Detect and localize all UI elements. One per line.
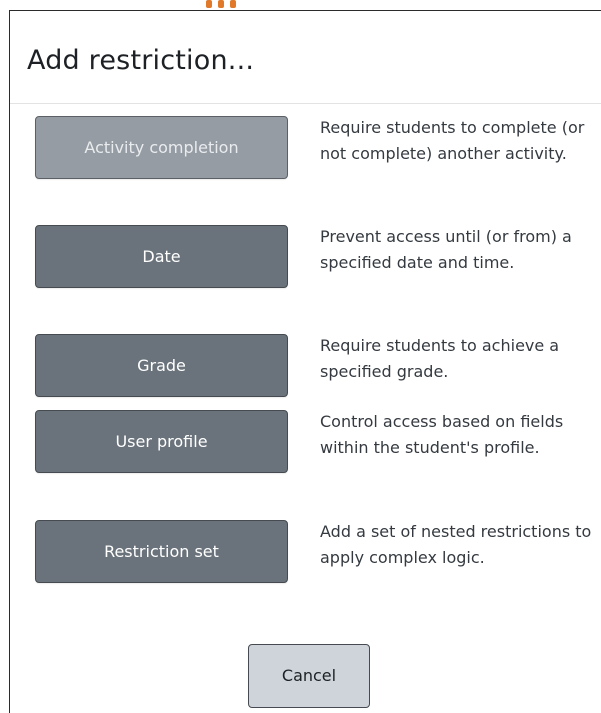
page: Add restriction... Activity completion R… — [0, 0, 601, 713]
dialog-header: Add restriction... — [10, 11, 601, 104]
cancel-button[interactable]: Cancel — [248, 644, 370, 708]
activity-completion-button[interactable]: Activity completion — [35, 116, 288, 179]
user-profile-button[interactable]: User profile — [35, 410, 288, 473]
restriction-set-button[interactable]: Restriction set — [35, 520, 288, 583]
grade-button[interactable]: Grade — [35, 334, 288, 397]
date-button[interactable]: Date — [35, 225, 288, 288]
loading-dots-icon — [206, 0, 236, 10]
dot — [230, 0, 236, 8]
user-profile-description: Control access based on fields within th… — [320, 412, 564, 457]
grade-description: Require students to achieve a specified … — [320, 336, 560, 381]
dot — [218, 0, 224, 8]
date-description: Prevent access until (or from) a specifi… — [320, 227, 572, 272]
dialog-title: Add restriction... — [27, 45, 255, 76]
activity-completion-description: Require students to complete (or not com… — [320, 118, 585, 163]
add-restriction-dialog: Add restriction... Activity completion R… — [9, 10, 601, 713]
dot — [206, 0, 212, 8]
restriction-set-description: Add a set of nested restrictions to appl… — [320, 522, 592, 567]
